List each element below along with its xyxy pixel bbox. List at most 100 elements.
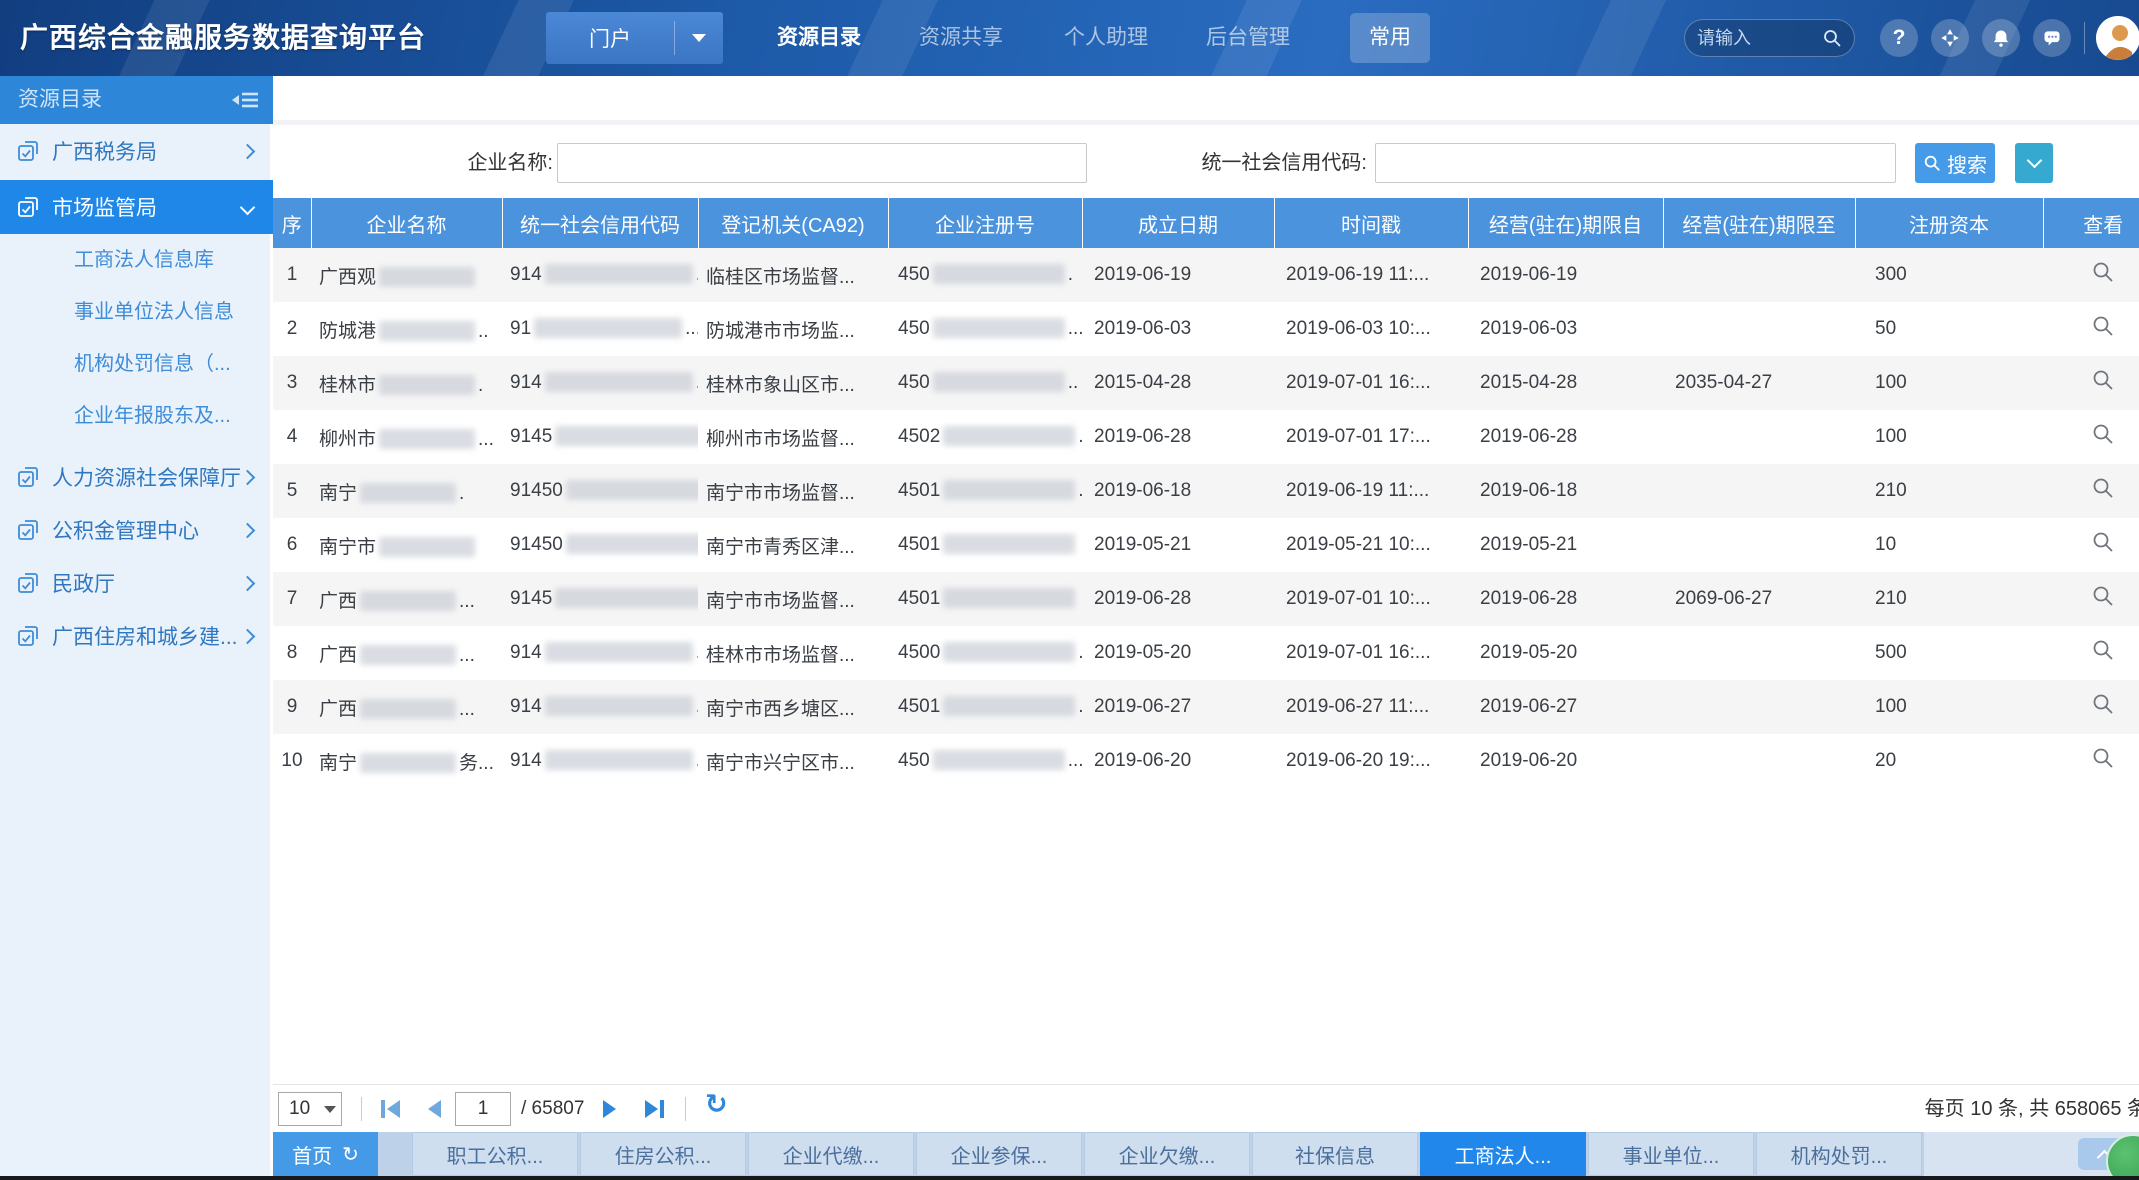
collapse-sidebar-icon[interactable] <box>231 89 259 111</box>
table-header-cell: 企业注册号 <box>888 198 1082 248</box>
cell-timestamp: 2019-06-20 19:... <box>1274 734 1468 788</box>
cell-registration-authority: 桂林市市场监督... <box>698 626 888 680</box>
cell-view <box>2043 572 2139 626</box>
cell-credit-code: 914... <box>502 734 698 788</box>
bottom-tab[interactable]: 企业欠缴... <box>1084 1132 1250 1176</box>
first-page-button[interactable] <box>381 1092 400 1126</box>
sidebar-subitem[interactable]: 企业年报股东及... <box>0 390 273 442</box>
sidebar-item-bureau[interactable]: 公积金管理中心 <box>0 503 273 557</box>
tab-admin[interactable]: 后台管理 <box>1206 0 1290 76</box>
pager-divider <box>685 1097 686 1121</box>
cell-seq: 4 <box>273 410 311 464</box>
cell-term-to <box>1663 734 1855 788</box>
help-button[interactable]: ? <box>1880 19 1918 57</box>
redacted-block <box>943 588 1075 608</box>
redacted-block <box>379 429 475 449</box>
sidebar-item-bureau[interactable]: 民政厅 <box>0 556 273 610</box>
tab-resource-sharing[interactable]: 资源共享 <box>919 0 1003 76</box>
view-detail-icon[interactable] <box>2091 638 2115 662</box>
redacted-block <box>943 480 1075 500</box>
advanced-search-toggle[interactable] <box>2015 143 2053 183</box>
credit-code-input[interactable] <box>1375 143 1896 183</box>
view-detail-icon[interactable] <box>2091 422 2115 446</box>
cell-registration-authority: 防城港市市场监... <box>698 302 888 356</box>
sidebar-item-bureau[interactable]: 广西住房和城乡建... <box>0 609 273 663</box>
redacted-block <box>360 483 456 503</box>
cell-registration-number: 450... <box>888 302 1082 356</box>
table-header-cell: 登记机关(CA92) <box>698 198 888 248</box>
user-avatar[interactable] <box>2096 16 2139 60</box>
table-header-cell: 统一社会信用代码 <box>502 198 698 248</box>
navigate-button[interactable] <box>1931 19 1969 57</box>
bottom-tab[interactable]: 住房公积... <box>580 1132 746 1176</box>
sidebar-subitem[interactable]: 事业单位法人信息 <box>0 286 273 338</box>
view-detail-icon[interactable] <box>2091 368 2115 392</box>
search-button-label: 搜索 <box>1947 149 1987 178</box>
cell-credit-code: 91... <box>502 302 698 356</box>
portal-button[interactable]: 门户 <box>546 12 723 64</box>
app-title: 广西综合金融服务数据查询平台 <box>20 0 426 76</box>
view-detail-icon[interactable] <box>2091 260 2115 284</box>
view-detail-icon[interactable] <box>2091 476 2115 500</box>
page-size-select[interactable]: 10 <box>278 1092 342 1126</box>
company-name-input[interactable] <box>557 143 1087 183</box>
refresh-button[interactable]: ↻ <box>705 1089 728 1120</box>
cell-credit-code: 9145... <box>502 572 698 626</box>
bottom-tab[interactable]: 事业单位... <box>1588 1132 1754 1176</box>
cell-registration-authority: 南宁市市场监督... <box>698 464 888 518</box>
chevron-right-icon <box>240 469 256 485</box>
header-search[interactable] <box>1684 19 1855 57</box>
view-detail-icon[interactable] <box>2091 584 2115 608</box>
bottom-tab[interactable]: 企业参保... <box>916 1132 1082 1176</box>
table-header-row: 序企业名称统一社会信用代码登记机关(CA92)企业注册号成立日期时间戳经营(驻在… <box>273 198 2139 248</box>
view-detail-icon[interactable] <box>2091 530 2115 554</box>
sidebar-subitem[interactable]: 机构处罚信息（... <box>0 338 273 390</box>
sidebar-item-market-bureau[interactable]: 市场监管局 <box>0 180 273 234</box>
sidebar-item-tax-bureau[interactable]: 广西税务局 <box>0 124 273 178</box>
notifications-button[interactable] <box>1982 19 2020 57</box>
messages-button[interactable] <box>2033 19 2071 57</box>
results-table-wrapper: 序企业名称统一社会信用代码登记机关(CA92)企业注册号成立日期时间戳经营(驻在… <box>273 198 2139 788</box>
quick-access-button[interactable]: 常用 <box>1350 13 1430 63</box>
cell-registration-number: 4501 <box>888 572 1082 626</box>
bottom-tab[interactable]: 职工公积... <box>412 1132 578 1176</box>
search-button[interactable]: 搜索 <box>1915 143 1995 183</box>
sidebar-subitem[interactable]: 工商法人信息库 <box>0 234 273 286</box>
table-header-cell: 时间戳 <box>1274 198 1468 248</box>
chevron-down-icon <box>240 199 256 215</box>
view-detail-icon[interactable] <box>2091 746 2115 770</box>
bottom-tab[interactable]: 企业代缴... <box>748 1132 914 1176</box>
cell-term-from: 2019-06-19 <box>1468 248 1663 302</box>
cell-timestamp: 2019-06-19 11:... <box>1274 464 1468 518</box>
portal-dropdown-toggle[interactable] <box>675 34 723 42</box>
screen-bottom-edge <box>0 1176 2139 1180</box>
tab-home[interactable]: 首页 ↻ <box>273 1132 378 1176</box>
tab-resource-catalog[interactable]: 资源目录 <box>777 0 861 76</box>
bottom-tab[interactable]: 社保信息 <box>1252 1132 1418 1176</box>
page-number-input[interactable] <box>455 1092 511 1126</box>
next-page-button[interactable] <box>603 1092 616 1126</box>
cell-registration-authority: 南宁市市场监督... <box>698 572 888 626</box>
table-body: 1 广西观 914. 临桂区市场监督... 450. 2019-06-19 20… <box>273 248 2139 788</box>
records-summary: 每页 10 条, 共 658065 条 <box>1925 1092 2139 1126</box>
cell-term-from: 2019-06-28 <box>1468 572 1663 626</box>
view-detail-icon[interactable] <box>2091 314 2115 338</box>
table-row: 7 广西... 9145... 南宁市市场监督... 4501 2019-06-… <box>273 572 2139 626</box>
bottom-tab[interactable]: 机构处罚... <box>1756 1132 1922 1176</box>
cell-timestamp: 2019-07-01 10:... <box>1274 572 1468 626</box>
org-icon <box>16 139 40 163</box>
prev-page-button[interactable] <box>428 1092 441 1126</box>
view-detail-icon[interactable] <box>2091 692 2115 716</box>
chevron-right-icon <box>240 522 256 538</box>
bottom-tab[interactable]: 工商法人... <box>1420 1132 1586 1176</box>
cell-view <box>2043 518 2139 572</box>
tab-personal-assistant[interactable]: 个人助理 <box>1064 0 1148 76</box>
header-search-input[interactable] <box>1697 28 1822 49</box>
last-page-button[interactable] <box>645 1092 664 1126</box>
sidebar-item-bureau[interactable]: 人力资源社会保障厅 <box>0 450 273 504</box>
cell-company-name: 桂林市. <box>311 356 502 410</box>
search-icon <box>1923 154 1941 172</box>
cell-registered-capital: 50 <box>1855 302 2043 356</box>
cell-company-name: 南宁务... <box>311 734 502 788</box>
chevron-right-icon <box>240 575 256 591</box>
